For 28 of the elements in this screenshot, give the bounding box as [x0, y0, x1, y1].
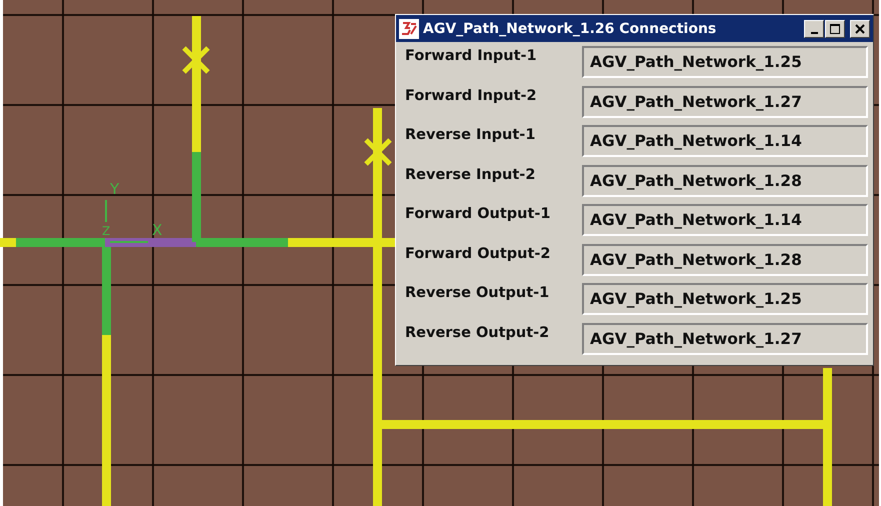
- connection-field[interactable]: AGV_Path_Network_1.14: [582, 204, 868, 236]
- field-label: Forward Output-1: [405, 205, 552, 222]
- maximize-button[interactable]: [825, 20, 845, 38]
- close-button[interactable]: [850, 20, 870, 38]
- field-label: Reverse Input-2: [405, 166, 536, 182]
- close-icon: [855, 24, 865, 34]
- connection-field[interactable]: AGV_Path_Network_1.27: [582, 322, 868, 354]
- minimize-icon: [810, 32, 818, 34]
- x-marker-icon: [364, 138, 392, 166]
- app-logo-icon: [399, 18, 419, 38]
- field-label: Forward Input-1: [405, 47, 538, 64]
- field-label: Reverse Output-2: [405, 324, 550, 340]
- connection-field[interactable]: AGV_Path_Network_1.28: [582, 244, 868, 276]
- connection-field[interactable]: AGV_Path_Network_1.25: [582, 46, 868, 78]
- minimize-button[interactable]: [804, 20, 824, 38]
- connection-field[interactable]: AGV_Path_Network_1.28: [582, 164, 868, 196]
- field-label: Reverse Input-1: [405, 126, 536, 143]
- connection-field[interactable]: AGV_Path_Network_1.14: [582, 125, 868, 157]
- field-label: Forward Output-2: [405, 244, 552, 262]
- window-title: AGV_Path_Network_1.26 Connections: [423, 20, 718, 36]
- field-label: Forward Input-2: [405, 86, 538, 104]
- maximize-icon: [830, 24, 840, 34]
- y-axis-label: Y: [110, 180, 120, 198]
- z-axis-label: Z: [102, 224, 110, 238]
- connection-field[interactable]: AGV_Path_Network_1.27: [582, 86, 868, 118]
- field-label: Reverse Output-1: [405, 284, 550, 301]
- connection-field[interactable]: AGV_Path_Network_1.25: [582, 283, 868, 315]
- x-marker-icon: [182, 46, 210, 74]
